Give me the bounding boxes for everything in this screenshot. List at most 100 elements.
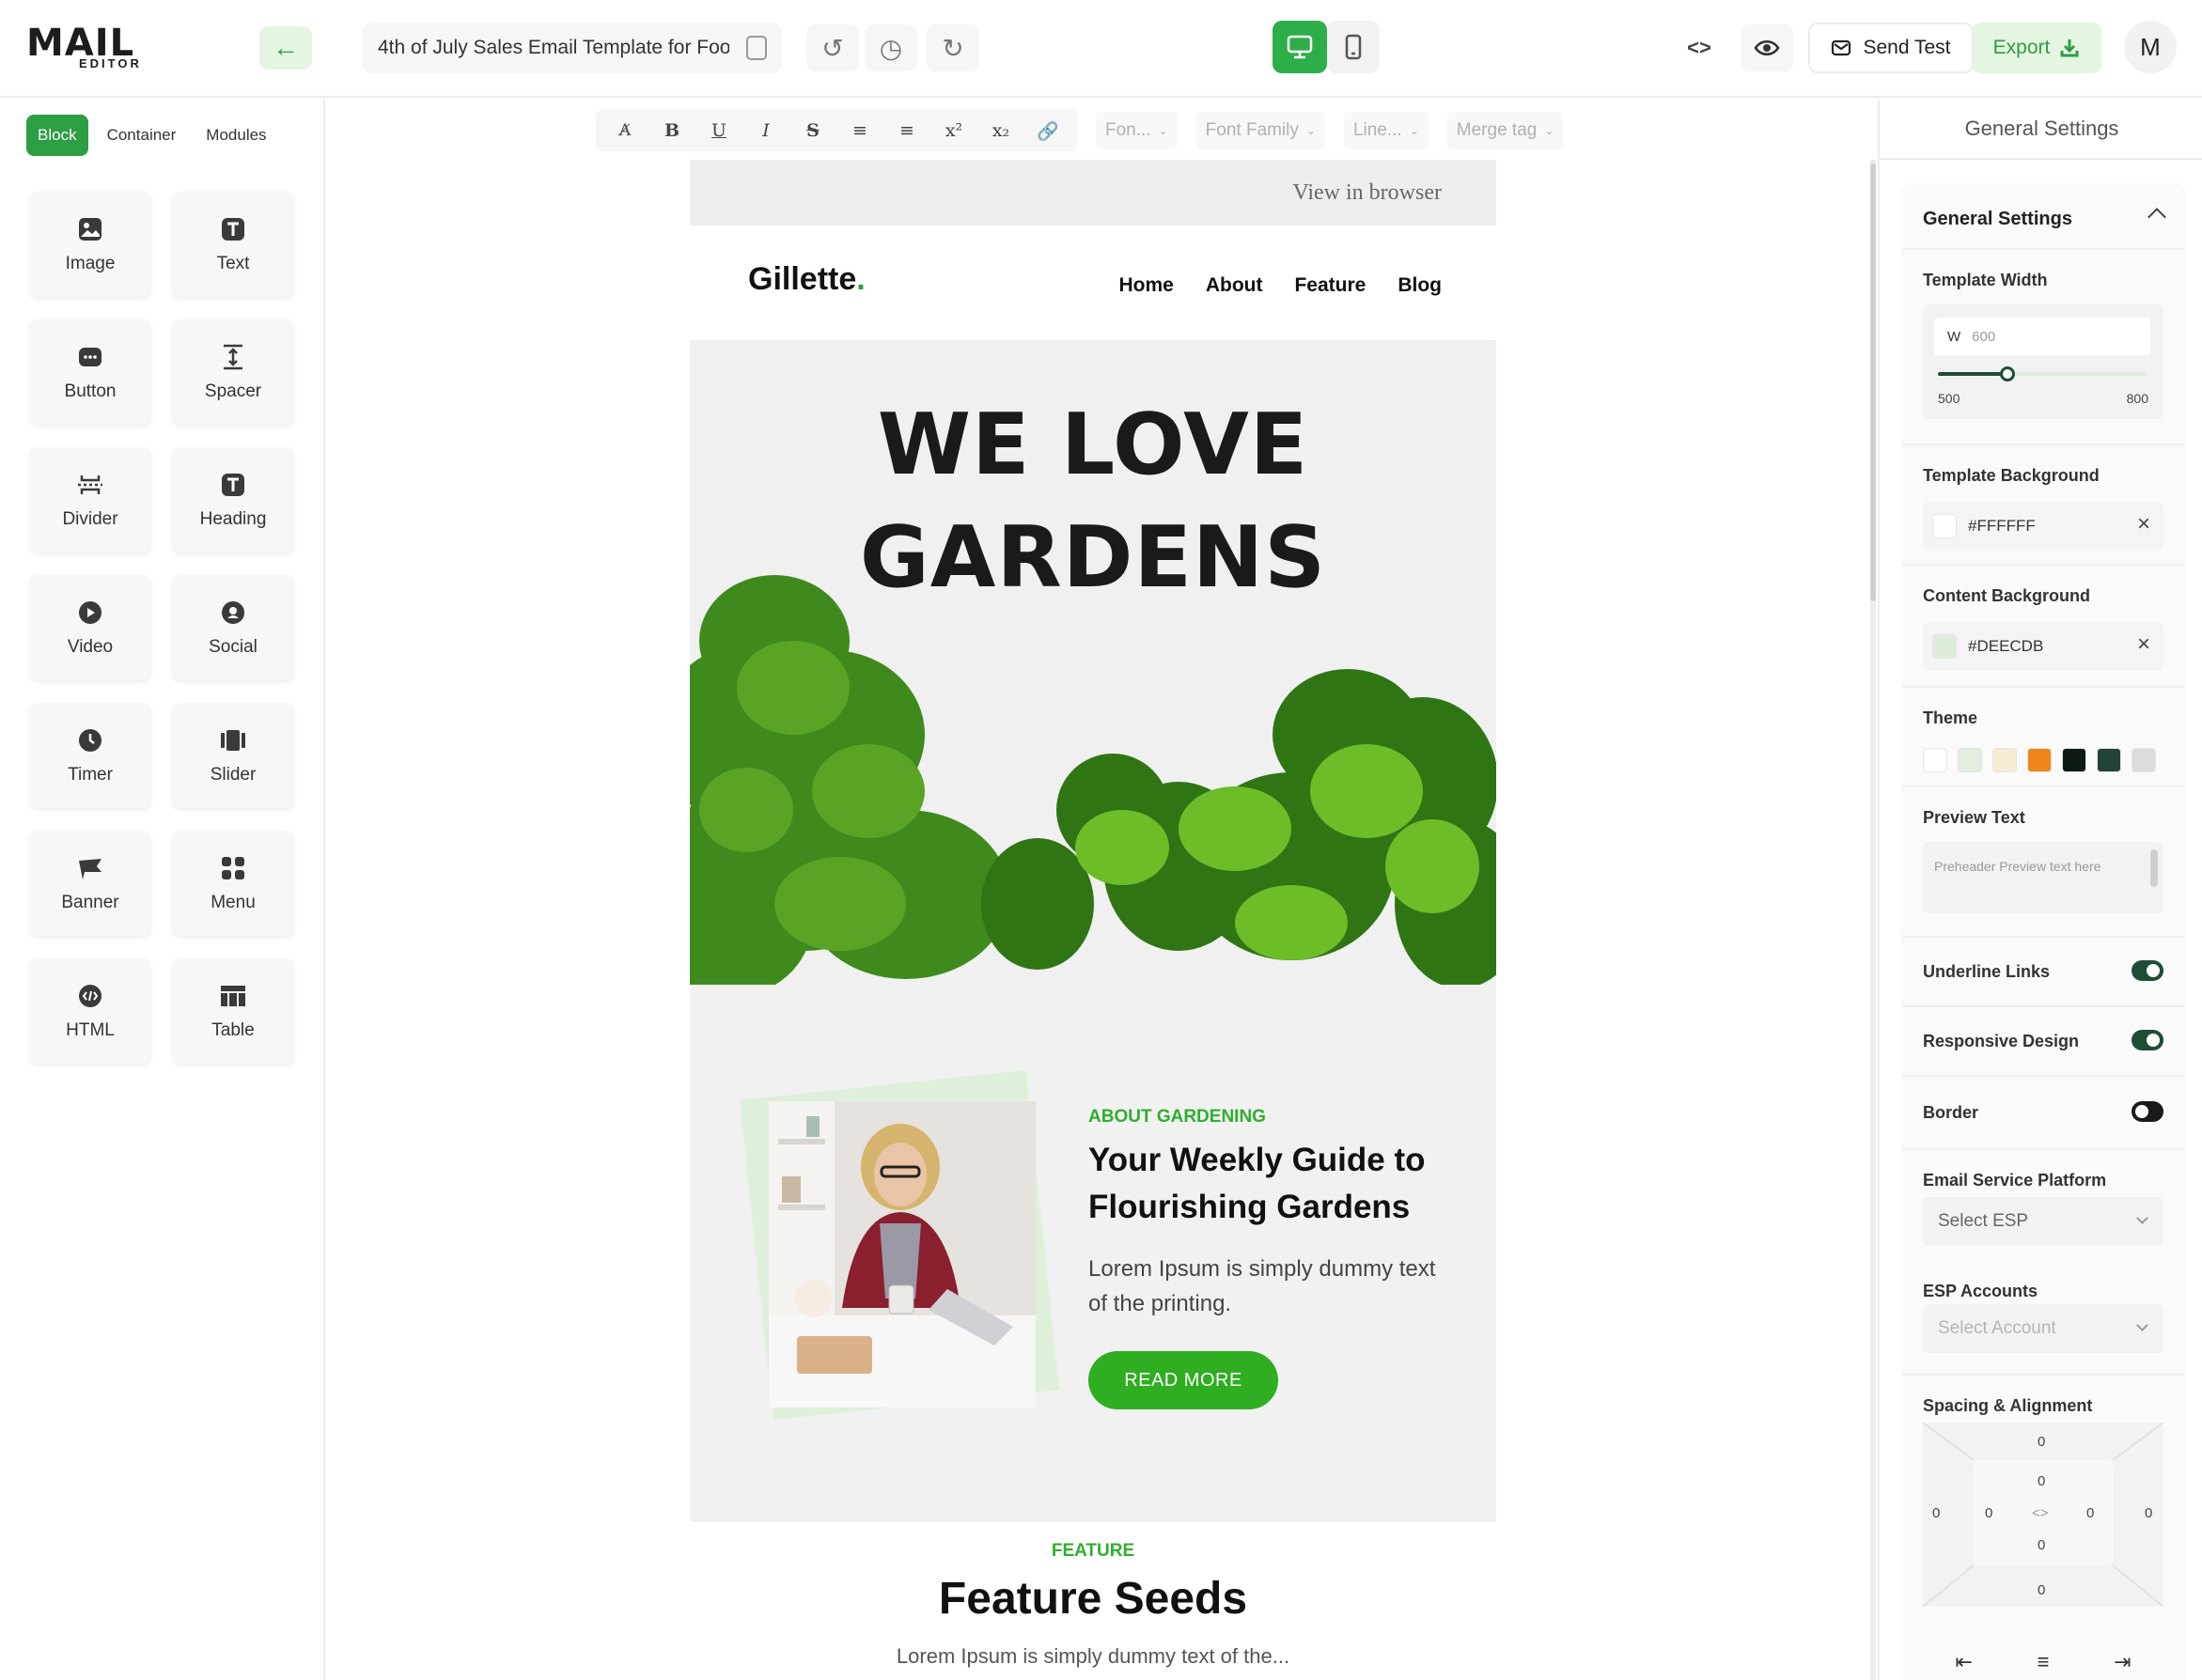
email-header[interactable]: Gillette. Home About Feature Blog	[690, 226, 1496, 340]
email-nav-feature[interactable]: Feature	[1294, 274, 1366, 297]
code-view-button[interactable]: <>	[1673, 24, 1726, 71]
block-button[interactable]: Button	[30, 319, 150, 425]
about-section[interactable]: ABOUT GARDENING Your Weekly Guide to Flo…	[690, 985, 1496, 1522]
block-menu[interactable]: Menu	[173, 831, 293, 936]
tab-modules[interactable]: Modules	[195, 115, 277, 156]
template-background-field[interactable]: #FFFFFF ×	[1923, 502, 2163, 551]
canvas-scrollbar-thumb[interactable]	[1870, 163, 1876, 601]
responsive-design-toggle[interactable]	[2132, 1030, 2163, 1050]
preview-button[interactable]	[1741, 24, 1793, 71]
margin-right-input[interactable]: 0	[2145, 1505, 2152, 1521]
underline-button[interactable]: U	[697, 114, 741, 148]
block-heading[interactable]: Heading	[173, 447, 293, 552]
hero-section[interactable]: WE LOVE GARDENS	[690, 340, 1496, 985]
block-social[interactable]: Social	[173, 575, 293, 680]
user-avatar[interactable]: M	[2124, 21, 2177, 73]
clear-format-button[interactable]: A̸	[603, 114, 647, 148]
padding-right-input[interactable]: 0	[2086, 1505, 2094, 1521]
redo-button[interactable]: ↻	[927, 24, 979, 71]
preview-text-input[interactable]: Preheader Preview text here	[1923, 842, 2163, 913]
email-nav-about[interactable]: About	[1206, 274, 1263, 297]
block-divider[interactable]: Divider	[30, 447, 150, 552]
block-timer[interactable]: Timer	[30, 703, 150, 808]
theme-swatch-black[interactable]	[2062, 748, 2086, 772]
export-label: Export	[1992, 37, 2051, 58]
underline-links-label: Underline Links	[1923, 962, 2051, 981]
block-slider[interactable]: Slider	[173, 703, 293, 808]
block-html[interactable]: HTML	[30, 958, 150, 1064]
margin-top-input[interactable]: 0	[2038, 1434, 2045, 1450]
send-test-button[interactable]: Send Test	[1808, 23, 1974, 73]
content-background-label: Content Background	[1923, 586, 2090, 605]
block-label: Heading	[199, 509, 267, 529]
link-spacing-icon[interactable]: <>	[2032, 1505, 2049, 1521]
email-nav-blog[interactable]: Blog	[1398, 274, 1442, 297]
link-button[interactable]: 🔗	[1026, 114, 1070, 148]
strikethrough-button[interactable]: S	[791, 114, 835, 148]
undo-button[interactable]: ↺	[806, 24, 859, 71]
template-width-input[interactable]: W 600	[1934, 318, 2150, 355]
font-family-select[interactable]: Font Family ⌄	[1195, 112, 1325, 149]
theme-swatch-cream[interactable]	[1992, 748, 2017, 772]
block-label: Video	[67, 637, 114, 657]
back-button[interactable]: ←	[259, 26, 312, 70]
read-more-button[interactable]: READ MORE	[1088, 1351, 1278, 1409]
theme-swatch-orange[interactable]	[2027, 748, 2052, 772]
font-size-select[interactable]: Fon... ⌄	[1096, 112, 1178, 149]
block-video[interactable]: Video	[30, 575, 150, 680]
merge-tag-select[interactable]: Merge tag ⌄	[1446, 112, 1564, 149]
email-template[interactable]: View in browser Gillette. Home About Fea…	[690, 160, 1496, 1680]
theme-swatch-sage[interactable]	[1958, 748, 1982, 772]
history-button[interactable]: ◷	[865, 24, 917, 71]
esp-account-select[interactable]: Select Account	[1923, 1304, 2163, 1353]
clear-content-background-icon[interactable]: ×	[2137, 631, 2150, 658]
margin-bottom-input[interactable]: 0	[2038, 1582, 2045, 1598]
mobile-view-button[interactable]	[1327, 21, 1380, 73]
tab-container[interactable]: Container	[96, 115, 188, 156]
bullet-list-button[interactable]: ≡	[838, 114, 882, 148]
block-text[interactable]: Text	[173, 192, 293, 297]
align-center-icon[interactable]: ≡	[2038, 1650, 2050, 1674]
theme-swatch-white[interactable]	[1923, 748, 1947, 772]
view-in-browser-link[interactable]: View in browser	[1292, 180, 1442, 206]
preview-text-scrollbar[interactable]	[2150, 849, 2158, 887]
superscript-button[interactable]: x²	[932, 114, 976, 148]
esp-select[interactable]: Select ESP	[1923, 1197, 2163, 1246]
padding-bottom-input[interactable]: 0	[2038, 1537, 2045, 1553]
padding-top-input[interactable]: 0	[2038, 1473, 2045, 1489]
padding-left-input[interactable]: 0	[1985, 1505, 1992, 1521]
send-test-label: Send Test	[1863, 37, 1951, 58]
block-spacer[interactable]: Spacer	[173, 319, 293, 425]
align-right-icon[interactable]: ⇥	[2114, 1650, 2131, 1674]
content-background-field[interactable]: #DEECDB ×	[1923, 622, 2163, 671]
desktop-view-button[interactable]	[1273, 21, 1327, 73]
theme-swatch-gray[interactable]	[2132, 748, 2156, 772]
tab-block[interactable]: Block	[26, 115, 88, 156]
block-table[interactable]: Table	[173, 958, 293, 1064]
general-settings-toggle[interactable]: General Settings	[1902, 184, 2184, 250]
border-toggle[interactable]	[2132, 1101, 2163, 1122]
export-button[interactable]: Export	[1972, 23, 2101, 73]
align-left-icon[interactable]: ⇤	[1955, 1650, 1972, 1674]
italic-button[interactable]: I	[744, 114, 788, 148]
email-nav-home[interactable]: Home	[1118, 274, 1173, 297]
woman-laptop-photo	[769, 1101, 1036, 1408]
subscript-button[interactable]: x₂	[979, 114, 1023, 148]
block-image[interactable]: Image	[30, 192, 150, 297]
chevron-up-icon	[2147, 208, 2166, 226]
template-width-label: Template Width	[1923, 271, 2048, 289]
width-slider-min: 500	[1938, 391, 1960, 406]
margin-left-input[interactable]: 0	[1932, 1505, 1940, 1521]
width-slider-handle[interactable]	[2000, 366, 2015, 381]
block-sidebar: Block Container Modules Image Text Butto…	[0, 100, 325, 1680]
bold-button[interactable]: B	[650, 114, 694, 148]
numbered-list-button[interactable]: ≡	[885, 114, 929, 148]
underline-links-toggle[interactable]	[2132, 960, 2163, 981]
feature-section[interactable]: FEATURE Feature Seeds Lorem Ipsum is sim…	[690, 1522, 1496, 1680]
general-settings-card: General Settings Template Width W 600 50…	[1902, 184, 2184, 1680]
template-title-field[interactable]: 4th of July Sales Email Template for Foo…	[363, 23, 782, 73]
clear-template-background-icon[interactable]: ×	[2137, 511, 2150, 537]
theme-swatch-dark-green[interactable]	[2097, 748, 2121, 772]
block-banner[interactable]: Banner	[30, 831, 150, 936]
line-height-select[interactable]: Line... ⌄	[1343, 112, 1429, 149]
